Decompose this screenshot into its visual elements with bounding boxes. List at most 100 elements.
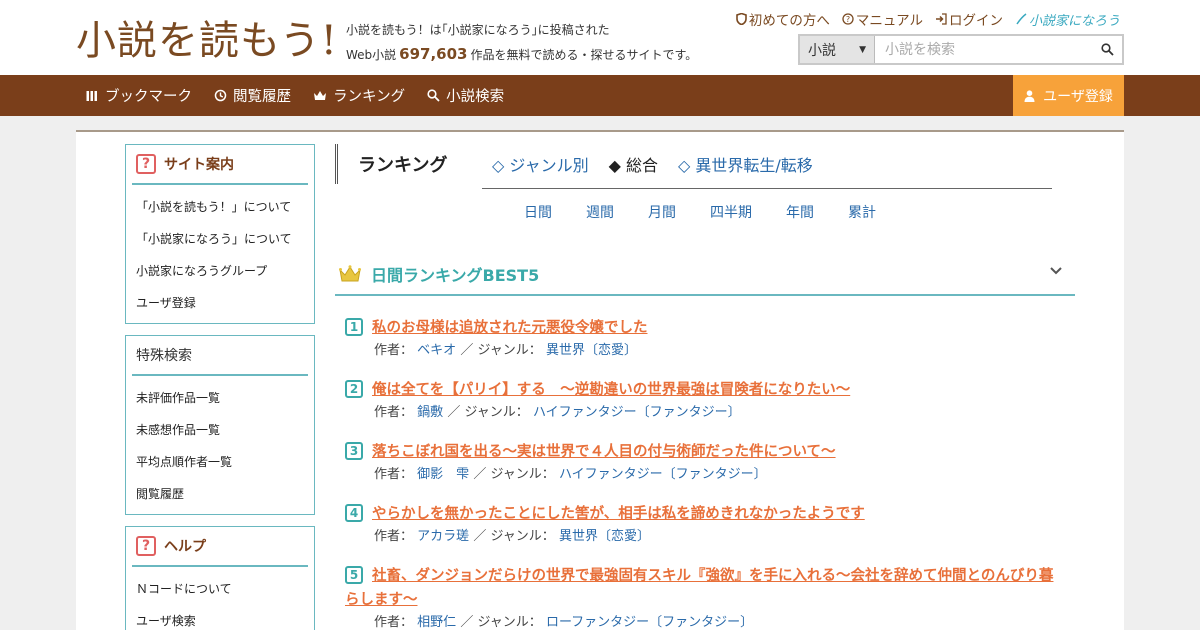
- nav-bookmark-label: ブックマーク: [105, 89, 192, 105]
- author-label: 作者：: [374, 405, 414, 420]
- search-icon: [427, 89, 440, 102]
- special-search-item[interactable]: 未評価作品一覧: [136, 382, 304, 414]
- best5-header[interactable]: 日間ランキングBEST5: [335, 254, 1075, 296]
- site-guide-header: ? サイト案内: [132, 145, 308, 185]
- narou-brand-label: 小説家になろう: [1028, 13, 1120, 29]
- special-search-item[interactable]: 未感想作品一覧: [136, 414, 304, 446]
- ranking-entry: 1 私のお母様は追放された元悪役令嬢でした 作者： ベキオ ／ ジャンル： 異世…: [345, 316, 1075, 361]
- register-button-label: ユーザ登録: [1043, 88, 1113, 105]
- login-icon: [935, 13, 947, 25]
- site-tagline: 小説を読もう！は｢小説家になろう｣に投稿された Web小説 697,603 作品を無…: [346, 18, 697, 67]
- help-item[interactable]: Ｎコードについて: [136, 573, 304, 605]
- user-icon: [1024, 89, 1035, 102]
- site-header: 小説を読もう! 小説を読もう！は｢小説家になろう｣に投稿された Web小説 697…: [0, 0, 1200, 75]
- period-monthly[interactable]: 月間: [648, 202, 676, 222]
- nav-search-label: 小説検索: [446, 89, 505, 105]
- entry-title-row: 3 落ちこぼれ国を出る〜実は世界で４人目の付与術師だった件について〜: [345, 440, 1075, 464]
- search-category-select[interactable]: 小説 ▼: [800, 36, 875, 63]
- narou-brand-link[interactable]: 小説家になろう: [1015, 10, 1120, 29]
- entry-title-link[interactable]: やらかしを無かったことにした筈が、相手は私を諦めきれなかったようです: [372, 502, 865, 526]
- author-link[interactable]: 御影 雫: [417, 467, 469, 482]
- entry-title-link[interactable]: 私のお母様は追放された元悪役令嬢でした: [372, 316, 648, 340]
- genre-label: ／ ジャンル：: [473, 467, 555, 482]
- ranking-divider: [482, 188, 1052, 189]
- author-label: 作者：: [374, 615, 414, 630]
- special-search-box: 特殊検索 未評価作品一覧 未感想作品一覧 平均点順作者一覧 閲覧履歴: [125, 335, 315, 515]
- rank-number: 1: [345, 318, 363, 336]
- genre-link[interactable]: ローファンタジー〔ファンタジー〕: [546, 615, 753, 630]
- site-guide-list: 「小説を読もう！」について 「小説家になろう」について 小説家になろうグループ …: [126, 185, 314, 323]
- period-quarterly[interactable]: 四半期: [710, 202, 752, 222]
- genre-link[interactable]: ハイファンタジー〔ファンタジー〕: [559, 467, 767, 482]
- search-category-value: 小説: [808, 42, 836, 59]
- search-submit-button[interactable]: [1092, 36, 1122, 63]
- special-search-item[interactable]: 平均点順作者一覧: [136, 446, 304, 478]
- help-header: ? ヘルプ: [132, 527, 308, 567]
- entry-meta: 作者： 御影 雫 ／ ジャンル： ハイファンタジー〔ファンタジー〕: [374, 465, 1075, 485]
- help-list: Ｎコードについて ユーザ検索: [126, 567, 314, 630]
- period-daily[interactable]: 日間: [524, 202, 552, 222]
- site-guide-item[interactable]: 「小説家になろう」について: [136, 223, 304, 255]
- genre-link[interactable]: 異世界〔恋愛〕: [559, 529, 650, 544]
- tagline-line-1: 小説を読もう！は｢小説家になろう｣に投稿された: [346, 23, 610, 37]
- help-title: ヘルプ: [164, 539, 206, 555]
- chevron-down-icon[interactable]: [1049, 266, 1063, 276]
- genre-link[interactable]: ハイファンタジー〔ファンタジー〕: [533, 405, 741, 420]
- special-search-item[interactable]: 閲覧履歴: [136, 478, 304, 510]
- site-guide-item[interactable]: 小説家になろうグループ: [136, 255, 304, 287]
- nav-ranking[interactable]: ランキング: [313, 85, 405, 106]
- search-input[interactable]: [875, 36, 1092, 63]
- nav-history[interactable]: 閲覧履歴: [214, 85, 291, 106]
- site-guide-item[interactable]: 「小説を読もう！」について: [136, 191, 304, 223]
- top-links: 初めての方へ ? マニュアル ログイン 小説家になろう: [736, 9, 1120, 29]
- entry-title-link[interactable]: 俺は全てを【パリイ】する 〜逆勘違いの世界最強は冒険者になりたい〜: [372, 378, 850, 402]
- ranking-title: ランキング: [335, 144, 447, 184]
- tab-genre[interactable]: ◇ ジャンル別: [492, 152, 589, 176]
- nav-search[interactable]: 小説検索: [427, 85, 504, 106]
- genre-label: ／ ジャンル：: [460, 343, 542, 358]
- register-button[interactable]: ユーザ登録: [1013, 75, 1124, 116]
- question-icon: ?: [136, 154, 156, 174]
- special-search-list: 未評価作品一覧 未感想作品一覧 平均点順作者一覧 閲覧履歴: [126, 376, 314, 514]
- genre-label: ／ ジャンル：: [447, 405, 529, 420]
- author-link[interactable]: 鍋敷: [417, 405, 443, 420]
- beginner-link[interactable]: 初めての方へ: [736, 9, 830, 29]
- ranking-entry: 3 落ちこぼれ国を出る〜実は世界で４人目の付与術師だった件について〜 作者： 御…: [345, 440, 1075, 485]
- ranking-tabs: ◇ ジャンル別 ◆ 総合 ◇ 異世界転生/転移: [492, 152, 813, 176]
- bookmark-icon: [86, 91, 97, 101]
- rank-number: 4: [345, 504, 363, 522]
- best5-title: 日間ランキングBEST5: [371, 266, 540, 285]
- history-icon: [214, 89, 227, 102]
- login-link[interactable]: ログイン: [935, 9, 1003, 29]
- site-logo[interactable]: 小説を読もう!: [76, 12, 338, 64]
- help-circle-icon: ?: [842, 13, 854, 25]
- manual-link[interactable]: ? マニュアル: [842, 9, 923, 29]
- entry-title-link[interactable]: 社畜、ダンジョンだらけの世界で最強固有スキル『強欲』を手に入れる～会社を辞めて仲…: [345, 568, 1053, 608]
- site-guide-box: ? サイト案内 「小説を読もう！」について 「小説家になろう」について 小説家に…: [125, 144, 315, 324]
- rank-number: 5: [345, 565, 363, 584]
- manual-link-label: マニュアル: [855, 13, 923, 29]
- tagline-suffix: 作品を無料で読める・探せるサイトです。: [470, 48, 698, 62]
- work-count: 697,603: [399, 45, 468, 63]
- special-search-header: 特殊検索: [132, 336, 308, 376]
- nav-ranking-label: ランキング: [333, 89, 406, 105]
- entry-meta: 作者： アカラ瑳 ／ ジャンル： 異世界〔恋愛〕: [374, 527, 1075, 547]
- period-cumulative[interactable]: 累計: [848, 202, 876, 222]
- author-link[interactable]: アカラ瑳: [417, 529, 469, 544]
- logo-text: 小説を読もう!: [76, 18, 338, 64]
- tab-overall[interactable]: ◆ 総合: [609, 152, 658, 176]
- author-link[interactable]: 相野仁: [417, 615, 456, 630]
- site-guide-item[interactable]: ユーザ登録: [136, 287, 304, 319]
- author-link[interactable]: ベキオ: [417, 343, 456, 358]
- period-yearly[interactable]: 年間: [786, 202, 814, 222]
- entry-title-link[interactable]: 落ちこぼれ国を出る〜実は世界で４人目の付与術師だった件について〜: [372, 440, 836, 464]
- period-links: 日間 週間 月間 四半期 年間 累計: [524, 202, 910, 222]
- nav-items: ブックマーク 閲覧履歴 ランキング 小説検索: [86, 75, 504, 116]
- ranking-entry: 2 俺は全てを【パリイ】する 〜逆勘違いの世界最強は冒険者になりたい〜 作者： …: [345, 378, 1075, 423]
- nav-history-label: 閲覧履歴: [233, 89, 291, 105]
- nav-bookmark[interactable]: ブックマーク: [86, 85, 192, 106]
- tab-isekai[interactable]: ◇ 異世界転生/転移: [678, 152, 813, 176]
- help-item[interactable]: ユーザ検索: [136, 605, 304, 630]
- genre-link[interactable]: 異世界〔恋愛〕: [546, 343, 637, 358]
- period-weekly[interactable]: 週間: [586, 202, 614, 222]
